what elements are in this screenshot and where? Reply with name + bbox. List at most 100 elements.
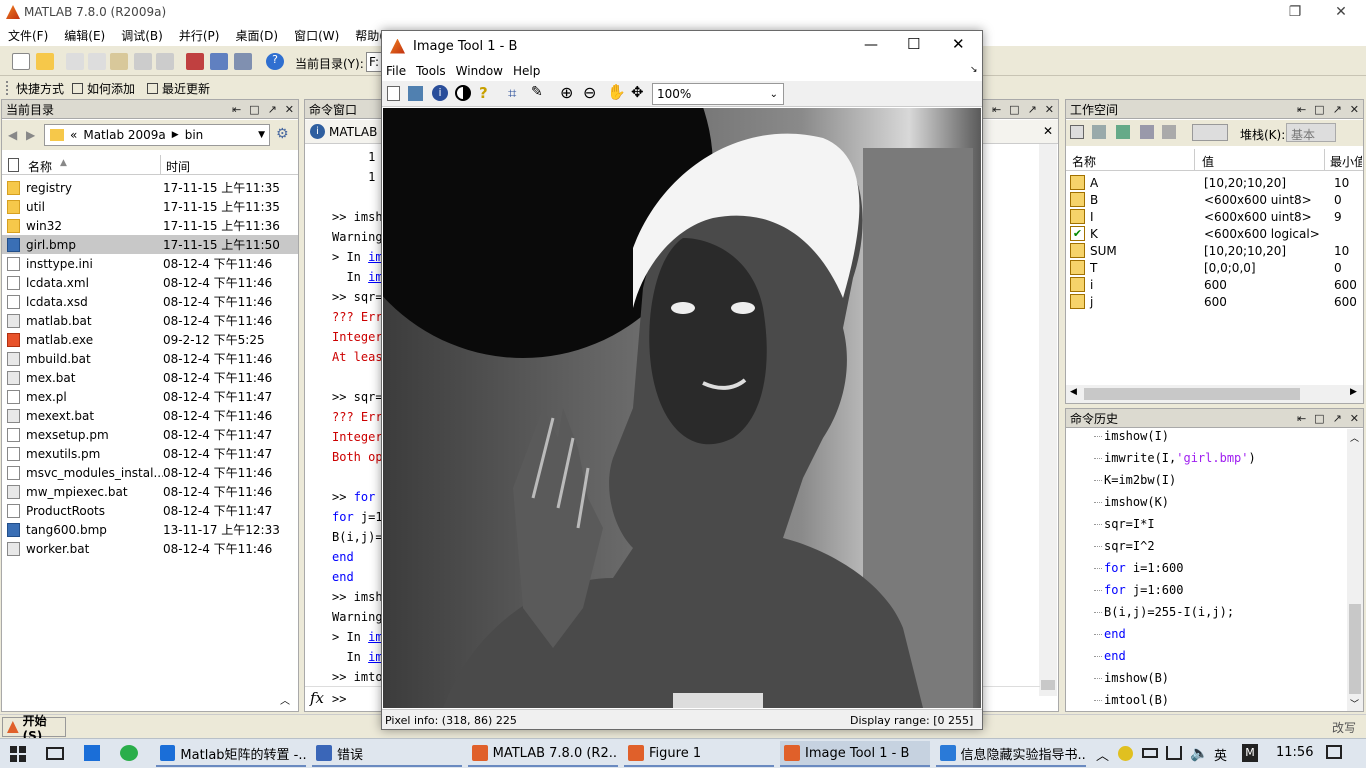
forward-icon[interactable]: ▶ — [26, 128, 35, 142]
history-item[interactable]: for i=1:600 — [1094, 561, 1183, 575]
crop-icon[interactable]: ⌗ — [508, 84, 516, 102]
open-file-icon[interactable] — [36, 53, 54, 70]
cut-icon[interactable] — [66, 53, 84, 70]
file-list-scrollbar[interactable]: ︿ — [2, 688, 298, 710]
simulink-icon[interactable] — [186, 53, 204, 70]
help-icon[interactable]: ? — [479, 84, 488, 102]
wechat-icon[interactable] — [120, 745, 138, 761]
variable-row[interactable]: SUM [10,20;10,20] 10 — [1070, 242, 1363, 259]
taskbar-item[interactable]: Figure 1 — [624, 741, 774, 767]
variable-row[interactable]: i 600 600 — [1070, 276, 1363, 293]
taskbar-item[interactable]: 错误 — [312, 741, 462, 767]
path-breadcrumb[interactable]: « Matlab 2009a ▶ bin ▼ — [44, 124, 270, 146]
fx-icon[interactable]: fx — [310, 689, 324, 707]
menu-item[interactable]: 编辑(E) — [56, 27, 113, 44]
cmd-scrollbar[interactable] — [1039, 144, 1057, 696]
clock[interactable]: 11:56 — [1276, 745, 1313, 760]
file-row[interactable]: mex.bat 08-12-4 下午11:46 — [2, 368, 298, 387]
pin-icon[interactable]: ↗ — [1333, 103, 1342, 116]
history-item[interactable]: imtool(B) — [1094, 693, 1169, 707]
file-row[interactable]: win32 17-11-15 上午11:36 — [2, 216, 298, 235]
file-row[interactable]: girl.bmp 17-11-15 上午11:50 — [2, 235, 298, 254]
history-item[interactable]: imwrite(I,'girl.bmp') — [1094, 451, 1256, 465]
maximize-icon[interactable]: □ — [1009, 103, 1019, 116]
file-row[interactable]: mexutils.pm 08-12-4 下午11:47 — [2, 444, 298, 463]
close-tab-icon[interactable]: ✕ — [1043, 124, 1053, 138]
menu-item[interactable]: 文件(F) — [0, 27, 56, 44]
variable-row[interactable]: A [10,20;10,20] 10 — [1070, 174, 1363, 191]
how-to-add-link[interactable]: 如何添加 — [87, 80, 135, 97]
scroll-up-icon[interactable]: ︿ — [280, 692, 290, 707]
history-item[interactable]: sqr=I^2 — [1094, 539, 1155, 553]
file-row[interactable]: matlab.bat 08-12-4 下午11:46 — [2, 311, 298, 330]
measure-icon[interactable]: ✎ — [531, 84, 543, 100]
matlab-tab[interactable]: MATLAB — [329, 125, 377, 139]
notification-icon[interactable] — [1326, 745, 1342, 759]
gear-icon[interactable]: ⚙ — [276, 126, 289, 142]
zoom-select[interactable]: 100% ⌄ — [652, 83, 784, 105]
file-row[interactable]: tang600.bmp 13-11-17 上午12:33 — [2, 520, 298, 539]
close-panel-icon[interactable]: ✕ — [285, 103, 294, 116]
undo-icon[interactable] — [134, 53, 152, 70]
taskbar-item[interactable]: Matlab矩阵的转置 -... — [156, 741, 306, 767]
chevron-up-icon[interactable]: ︿ — [1096, 745, 1109, 764]
current-dir-input[interactable]: F: — [366, 52, 382, 72]
menu-item[interactable]: 调试(B) — [113, 27, 171, 44]
history-item[interactable]: end — [1094, 627, 1126, 641]
maximize-icon[interactable]: ☐ — [907, 35, 920, 53]
maximize-icon[interactable]: □ — [1314, 412, 1324, 425]
new-figure-icon[interactable] — [387, 86, 400, 101]
menu-item[interactable]: 并行(P) — [171, 27, 228, 44]
file-row[interactable]: util 17-11-15 上午11:35 — [2, 197, 298, 216]
pin-icon[interactable]: ↗ — [1028, 103, 1037, 116]
profiler-icon[interactable] — [234, 53, 252, 70]
path-segment[interactable]: Matlab 2009a — [83, 128, 165, 142]
guide-icon[interactable] — [210, 53, 228, 70]
image-tool-menu-item[interactable]: Window — [456, 64, 503, 78]
file-row[interactable]: worker.bat 08-12-4 下午11:46 — [2, 539, 298, 558]
menu-item[interactable]: 桌面(D) — [227, 27, 286, 44]
help-icon[interactable]: ? — [266, 53, 284, 70]
col-min-header[interactable]: 最小值 — [1330, 153, 1362, 170]
variable-row[interactable]: j 600 600 — [1070, 293, 1363, 310]
history-item[interactable]: imshow(K) — [1094, 495, 1169, 509]
variable-row[interactable]: B <600x600 uint8> 0 — [1070, 191, 1363, 208]
workspace-hscrollbar[interactable]: ◀ ▶ — [1066, 385, 1363, 403]
back-icon[interactable]: ◀ — [8, 128, 17, 142]
maximize-icon[interactable]: □ — [1314, 103, 1324, 116]
file-row[interactable]: registry 17-11-15 上午11:35 — [2, 178, 298, 197]
negative-image[interactable] — [383, 108, 981, 708]
paste-icon[interactable] — [110, 53, 128, 70]
latest-link[interactable]: 最近更新 — [162, 80, 210, 97]
history-item[interactable]: K=im2bw(I) — [1094, 473, 1176, 487]
file-row[interactable]: lcdata.xsd 08-12-4 下午11:46 — [2, 292, 298, 311]
zoom-out-icon[interactable]: ⊖ — [583, 83, 596, 102]
file-row[interactable]: ProductRoots 08-12-4 下午11:47 — [2, 501, 298, 520]
stack-select[interactable]: 基本 — [1286, 123, 1336, 142]
taskbar-item[interactable]: Image Tool 1 - B — [780, 741, 930, 767]
new-var-icon[interactable] — [1070, 125, 1084, 139]
new-file-icon[interactable] — [12, 53, 30, 70]
export-icon[interactable] — [408, 86, 423, 101]
file-row[interactable]: mbuild.bat 08-12-4 下午11:46 — [2, 349, 298, 368]
undock-icon[interactable]: ⇤ — [1297, 412, 1306, 425]
col-value-header[interactable]: 值 — [1202, 153, 1214, 170]
history-scrollbar[interactable]: ︿ ﹀ — [1347, 429, 1363, 711]
file-row[interactable]: mw_mpiexec.bat 08-12-4 下午11:46 — [2, 482, 298, 501]
pin-icon[interactable]: ↗ — [268, 103, 277, 116]
ime-icon[interactable]: M — [1242, 744, 1258, 762]
redo-icon[interactable] — [156, 53, 174, 70]
undock-icon[interactable]: ⇤ — [992, 103, 1001, 116]
file-row[interactable]: matlab.exe 09-2-12 下午5:25 — [2, 330, 298, 349]
input-lang[interactable]: 英 — [1214, 745, 1227, 764]
volume-icon[interactable]: 🔈 — [1190, 744, 1209, 762]
contrast-icon[interactable] — [455, 85, 471, 101]
file-row[interactable]: mex.pl 08-12-4 下午11:47 — [2, 387, 298, 406]
file-row[interactable]: mexsetup.pm 08-12-4 下午11:47 — [2, 425, 298, 444]
path-segment[interactable]: bin — [185, 128, 204, 142]
history-item[interactable]: imshow(B) — [1094, 671, 1169, 685]
battery-icon[interactable] — [1142, 748, 1158, 758]
zoom-in-icon[interactable]: ⊕ — [560, 83, 573, 102]
undock-icon[interactable]: ⇤ — [1297, 103, 1306, 116]
maximize-icon[interactable]: □ — [249, 103, 259, 116]
